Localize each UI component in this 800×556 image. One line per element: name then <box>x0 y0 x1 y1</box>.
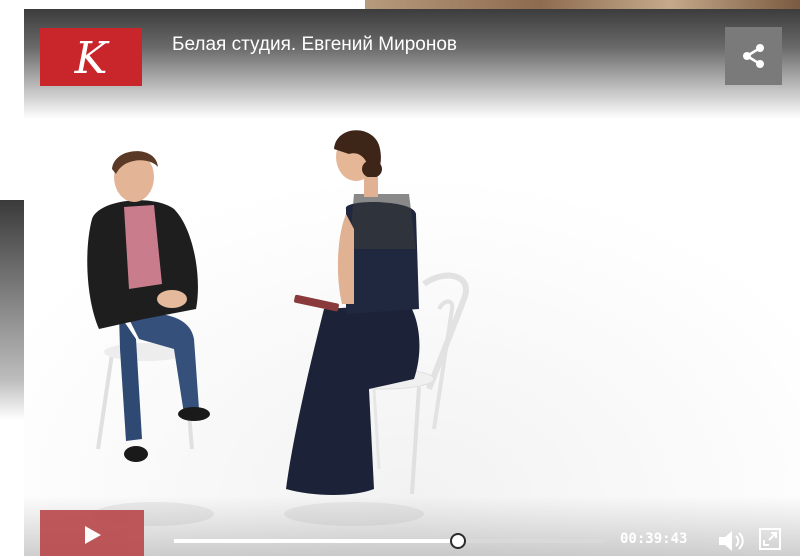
progress-bar[interactable] <box>174 533 604 549</box>
video-player[interactable]: K Белая студия. Евгений Миронов 00:39:43 <box>24 9 800 556</box>
current-time: 00:39:43 <box>620 531 688 547</box>
fullscreen-icon[interactable] <box>759 528 781 550</box>
progress-handle[interactable] <box>449 533 466 549</box>
svg-text:K: K <box>74 33 110 83</box>
volume-icon[interactable] <box>717 528 745 554</box>
channel-logo[interactable]: K <box>40 28 142 86</box>
channel-logo-letter: K <box>74 33 110 83</box>
video-title: Белая студия. Евгений Миронов <box>172 34 458 55</box>
play-button[interactable] <box>40 510 144 556</box>
share-button[interactable] <box>725 27 782 85</box>
progress-fill <box>174 539 458 543</box>
share-icon <box>742 44 764 68</box>
background-page-strip <box>0 0 24 556</box>
play-icon <box>85 526 101 544</box>
